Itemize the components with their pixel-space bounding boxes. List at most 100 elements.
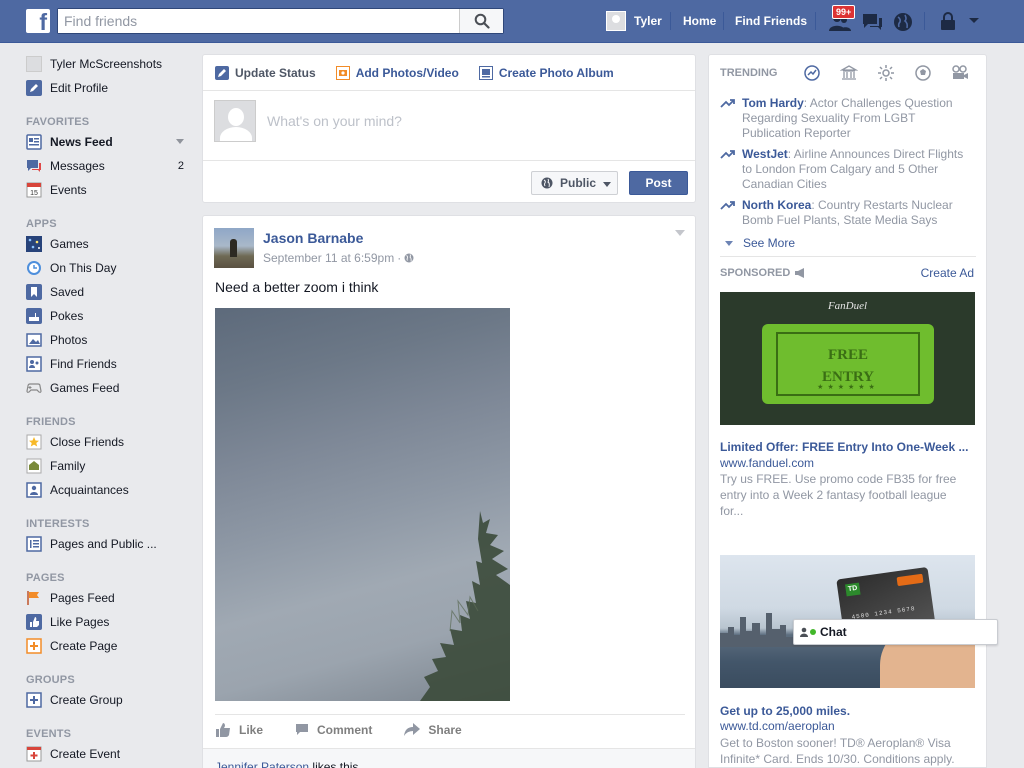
ticket-text: FREE ENTRY xyxy=(822,347,874,385)
sidebar-item-saved[interactable]: Saved xyxy=(26,280,196,304)
notifications-globe-icon[interactable] xyxy=(892,11,914,33)
sidebar-item-pages-feed[interactable]: Pages Feed xyxy=(26,586,196,610)
sidebar-item-events[interactable]: 15 Events xyxy=(26,178,196,202)
composer-tabs: Update Status Add Photos/Video Create Ph… xyxy=(203,55,695,91)
sidebar-item-find-friends[interactable]: Find Friends xyxy=(26,352,196,376)
tab-science-icon[interactable] xyxy=(877,64,895,82)
post-button[interactable]: Post xyxy=(629,171,688,195)
messages-icon[interactable] xyxy=(860,11,884,33)
trending-item[interactable]: WestJet: Airline Announces Direct Flight… xyxy=(720,147,970,192)
create-ad-link[interactable]: Create Ad xyxy=(921,266,974,280)
chevron-down-icon[interactable] xyxy=(176,139,184,148)
share-button[interactable]: Share xyxy=(404,723,462,737)
account-menu-chevron-icon[interactable] xyxy=(968,17,980,25)
tab-create-photo-album[interactable]: Create Photo Album xyxy=(478,65,614,80)
sidebar-item-label: Create Event xyxy=(50,747,121,761)
search-box xyxy=(57,8,504,34)
search-button[interactable] xyxy=(459,9,503,33)
sidebar-item-label: On This Day xyxy=(50,261,117,275)
create-page-icon xyxy=(26,638,42,654)
section-heading-events: EVENTS xyxy=(26,728,72,740)
trending-topic[interactable]: Tom Hardy xyxy=(742,96,804,110)
tab-add-photos-video[interactable]: Add Photos/Video xyxy=(335,65,459,80)
section-heading-friends: FRIENDS xyxy=(26,416,76,428)
tab-update-status[interactable]: Update Status xyxy=(215,65,316,80)
sidebar-item-label: Family xyxy=(50,459,86,473)
sidebar-item-label: Pages and Public ... xyxy=(50,537,157,551)
comment-icon xyxy=(296,724,309,735)
ad-description: Get to Boston sooner! TD® Aeroplan® Visa… xyxy=(720,736,955,766)
section-heading-favorites: FAVORITES xyxy=(26,116,90,128)
comment-button[interactable]: Comment xyxy=(295,723,372,737)
post-text: Need a better zoom i think xyxy=(215,279,379,295)
sidebar-item-like-pages[interactable]: Like Pages xyxy=(26,610,196,634)
search-input[interactable] xyxy=(58,9,460,33)
pages-list-icon xyxy=(26,536,42,552)
post-timestamp[interactable]: September 11 at 6:59pm xyxy=(263,251,394,265)
avatar xyxy=(214,100,256,142)
section-heading-pages: PAGES xyxy=(26,572,65,584)
post-photo[interactable] xyxy=(215,308,510,701)
ad-url[interactable]: www.td.com/aeroplan xyxy=(720,719,835,733)
chevron-down-icon xyxy=(603,182,611,191)
sidebar-item-create-event[interactable]: Create Event xyxy=(26,742,196,766)
sidebar-item-on-this-day[interactable]: On This Day xyxy=(26,256,196,280)
tab-sports-icon[interactable] xyxy=(914,64,932,82)
ad-title[interactable]: Limited Offer: FREE Entry Into One-Week … xyxy=(720,440,976,454)
gamepad-icon xyxy=(26,383,42,393)
liker-link[interactable]: Jennifer Paterson xyxy=(215,760,309,768)
trending-topic[interactable]: North Korea xyxy=(742,198,811,212)
sidebar-item-create-group[interactable]: Create Group xyxy=(26,688,196,712)
see-more-link[interactable]: See More xyxy=(725,236,795,250)
like-button[interactable]: Like xyxy=(215,722,263,737)
sidebar-item-label: Create Group xyxy=(50,693,123,707)
camera-icon xyxy=(335,65,350,80)
nav-divider xyxy=(815,12,816,30)
trend-arrow-icon xyxy=(720,201,735,210)
create-group-icon xyxy=(26,692,42,708)
sidebar-item-label: Games Feed xyxy=(50,381,120,395)
likes-summary: Jennifer Paterson likes this. xyxy=(203,748,695,768)
sidebar-item-pokes[interactable]: Pokes xyxy=(26,304,196,328)
tab-top-trends-icon[interactable] xyxy=(803,64,821,82)
sidebar-item-acquaintances[interactable]: Acquaintances xyxy=(26,478,196,502)
sidebar-item-news-feed[interactable]: News Feed xyxy=(26,130,196,154)
privacy-selector[interactable]: Public xyxy=(531,171,618,195)
sidebar-item-label: Like Pages xyxy=(50,615,110,629)
sidebar-item-photos[interactable]: Photos xyxy=(26,328,196,352)
facebook-logo[interactable]: f xyxy=(26,9,50,35)
home-link[interactable]: Home xyxy=(683,14,716,28)
td-logo: TD xyxy=(845,582,861,597)
avatar[interactable] xyxy=(214,228,254,268)
trending-item[interactable]: Tom Hardy: Actor Challenges Question Reg… xyxy=(720,96,970,141)
find-friends-link[interactable]: Find Friends xyxy=(735,14,807,28)
profile-link[interactable]: Tyler xyxy=(606,10,662,32)
feed-post: Jason Barnabe September 11 at 6:59pm · N… xyxy=(202,215,696,768)
tab-politics-icon[interactable] xyxy=(839,64,859,82)
privacy-shortcuts-icon[interactable] xyxy=(938,11,958,33)
sidebar-item-pages-and-public[interactable]: Pages and Public ... xyxy=(26,532,196,556)
sidebar-item-edit-profile[interactable]: Edit Profile xyxy=(26,76,196,100)
sidebar-item-create-page[interactable]: Create Page xyxy=(26,634,196,658)
ad-title[interactable]: Get up to 25,000 miles. xyxy=(720,704,976,718)
sidebar-item-messages[interactable]: Messages 2 xyxy=(26,154,196,178)
status-input[interactable]: What's on your mind? xyxy=(267,113,402,129)
sidebar-item-family[interactable]: Family xyxy=(26,454,196,478)
sidebar-item-profile[interactable]: Tyler McScreenshots xyxy=(26,52,196,76)
post-author[interactable]: Jason Barnabe xyxy=(263,230,363,246)
messages-icon xyxy=(27,160,41,172)
sidebar-item-label: Saved xyxy=(50,285,85,299)
chevron-down-icon xyxy=(725,240,733,250)
sidebar-item-close-friends[interactable]: Close Friends xyxy=(26,430,196,454)
tab-entertainment-icon[interactable] xyxy=(951,64,969,82)
sidebar-item-games[interactable]: Games xyxy=(26,232,196,256)
chat-tab[interactable]: Chat xyxy=(793,619,998,645)
ad-image-fanduel[interactable]: FanDuel FREE ENTRY ★★★★★★ xyxy=(720,292,975,425)
sidebar-item-games-feed[interactable]: Games Feed xyxy=(26,376,196,400)
trending-item[interactable]: North Korea: Country Restarts Nuclear Bo… xyxy=(720,198,970,228)
trending-topic[interactable]: WestJet xyxy=(742,147,788,161)
chevron-down-icon[interactable] xyxy=(675,230,685,241)
sidebar-item-label: News Feed xyxy=(50,135,113,149)
ad-url[interactable]: www.fanduel.com xyxy=(720,456,814,470)
sidebar-item-label: Close Friends xyxy=(50,435,125,449)
